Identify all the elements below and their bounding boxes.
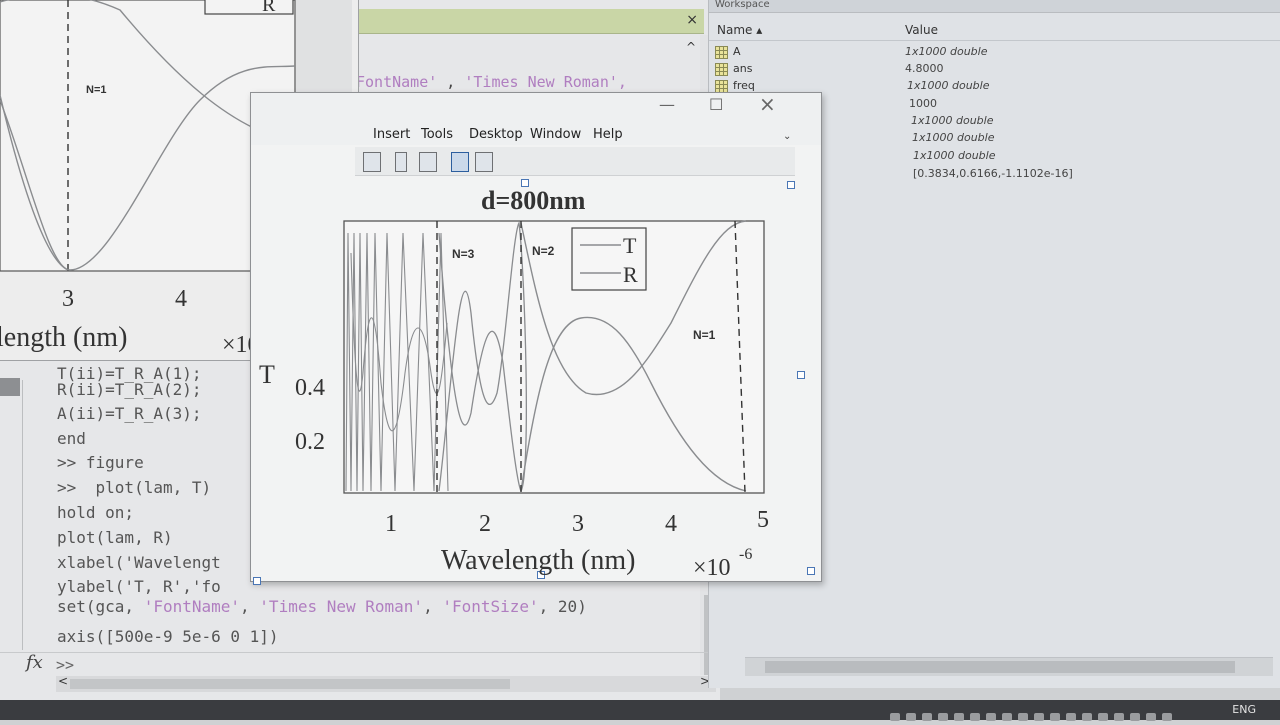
command-prompt[interactable]: >>	[56, 656, 74, 674]
code-line-set-gca: set(gca, 'FontName', 'Times New Roman' , …	[57, 597, 587, 616]
xtick-label: 1	[385, 511, 397, 537]
xtick-label: 4	[665, 511, 677, 537]
column-header-name[interactable]: Name ▴	[717, 23, 762, 37]
code-line: >> figure	[57, 453, 144, 472]
scroll-left-icon[interactable]: <	[58, 674, 68, 688]
code-line: R(ii)=T_R_A(2);	[57, 380, 202, 399]
workspace-title: Workspace	[709, 0, 1280, 13]
code-line: end	[57, 429, 86, 448]
variable-value: 4.8000	[905, 62, 944, 75]
annotation-n3: N=3	[452, 247, 475, 261]
gutter-divider	[22, 380, 23, 650]
taskbar: ENG	[0, 700, 1280, 721]
xtick-label: 3	[572, 511, 584, 537]
code-token: ,	[240, 597, 260, 616]
workspace-horizontal-scrollbar[interactable]	[745, 657, 1273, 676]
legend-label-t: T	[623, 233, 637, 258]
variable-value: 1x1000 double	[905, 45, 988, 58]
scroll-up-icon[interactable]: ^	[686, 40, 696, 54]
code-line: plot(lam, R)	[57, 528, 173, 547]
variable-value: 1x1000 double	[911, 114, 994, 127]
code-line: ylabel('T, R','fo	[57, 577, 221, 596]
legend-label-r: R	[623, 262, 638, 287]
variable-row-ans[interactable]: ans 4.8000	[709, 61, 1280, 78]
ylabel: T	[259, 360, 275, 389]
fx-icon[interactable]: fx	[26, 652, 43, 673]
xtick-label: 5	[757, 507, 769, 533]
workspace-header: Name ▴ Value	[709, 20, 1280, 41]
command-horizontal-scrollbar[interactable]: < >	[56, 674, 716, 692]
legend-label: R	[262, 0, 276, 16]
editor-titlebar: ×	[354, 9, 704, 34]
code-line: >> plot(lam, T)	[57, 478, 212, 497]
plot-title: d=800nm	[481, 186, 586, 215]
language-indicator[interactable]: ENG	[1232, 703, 1256, 716]
code-line-fontname: FontName' , 'Times New Roman',	[356, 73, 627, 91]
code-string: 'FontName'	[143, 597, 241, 616]
code-line: xlabel('Wavelengt	[57, 553, 221, 572]
matrix-icon	[715, 46, 728, 59]
legend-box	[204, 0, 294, 15]
xlabel: length (nm)	[0, 322, 127, 353]
xtick-label: 4	[175, 286, 187, 312]
tray-icons[interactable]	[890, 706, 1200, 721]
column-header-value[interactable]: Value	[905, 23, 938, 37]
prompt-row[interactable]	[0, 652, 720, 677]
annotation-n1: N=1	[693, 328, 716, 342]
annotation-n1: N=1	[86, 84, 107, 96]
close-icon[interactable]: ×	[686, 12, 698, 28]
xtick-label: 3	[62, 286, 74, 312]
figure-window-2[interactable]: — ☐ × Insert Tools Desktop Window Help ⌄…	[250, 92, 822, 585]
code-line: axis([500e-9 5e-6 0 1])	[57, 627, 279, 646]
variable-name: ans	[733, 62, 753, 75]
code-string: 'FontSize'	[442, 597, 539, 616]
code-token: , 20)	[538, 597, 587, 616]
xexp-base: ×10	[693, 555, 731, 581]
ytick-label: 0.2	[295, 429, 325, 455]
annotation-n2: N=2	[532, 244, 555, 258]
code-token: ,	[423, 597, 443, 616]
xtick-label: 2	[479, 511, 491, 537]
ytick-label: 0.4	[295, 375, 325, 401]
code-string: 'Times New Roman'	[259, 597, 424, 616]
variable-value: 1000	[909, 97, 937, 110]
code-line: A(ii)=T_R_A(3);	[57, 404, 202, 423]
figure2-plot: d=800nm T 0.4 0.2 N=3 N=2 N=1 T R 1 2 3 …	[259, 186, 769, 581]
code-token: set(gca,	[57, 597, 144, 616]
matrix-icon	[715, 63, 728, 76]
code-line: hold on;	[57, 503, 135, 522]
variable-value: 1x1000 double	[912, 131, 995, 144]
variable-value: 1x1000 double	[913, 149, 996, 162]
xexp-pow: -6	[739, 546, 752, 563]
variable-name: freq	[733, 79, 755, 92]
scroll-thumb[interactable]	[70, 679, 510, 689]
breakpoint-marker	[0, 378, 20, 396]
variable-value: 1x1000 double	[907, 79, 990, 92]
variable-name: A	[733, 45, 741, 58]
variable-value: [0.3834,0.6166,-1.1102e-16]	[913, 167, 1073, 180]
variable-row-a[interactable]: A 1x1000 double	[709, 44, 1280, 61]
xlabel: Wavelength (nm)	[441, 545, 635, 576]
